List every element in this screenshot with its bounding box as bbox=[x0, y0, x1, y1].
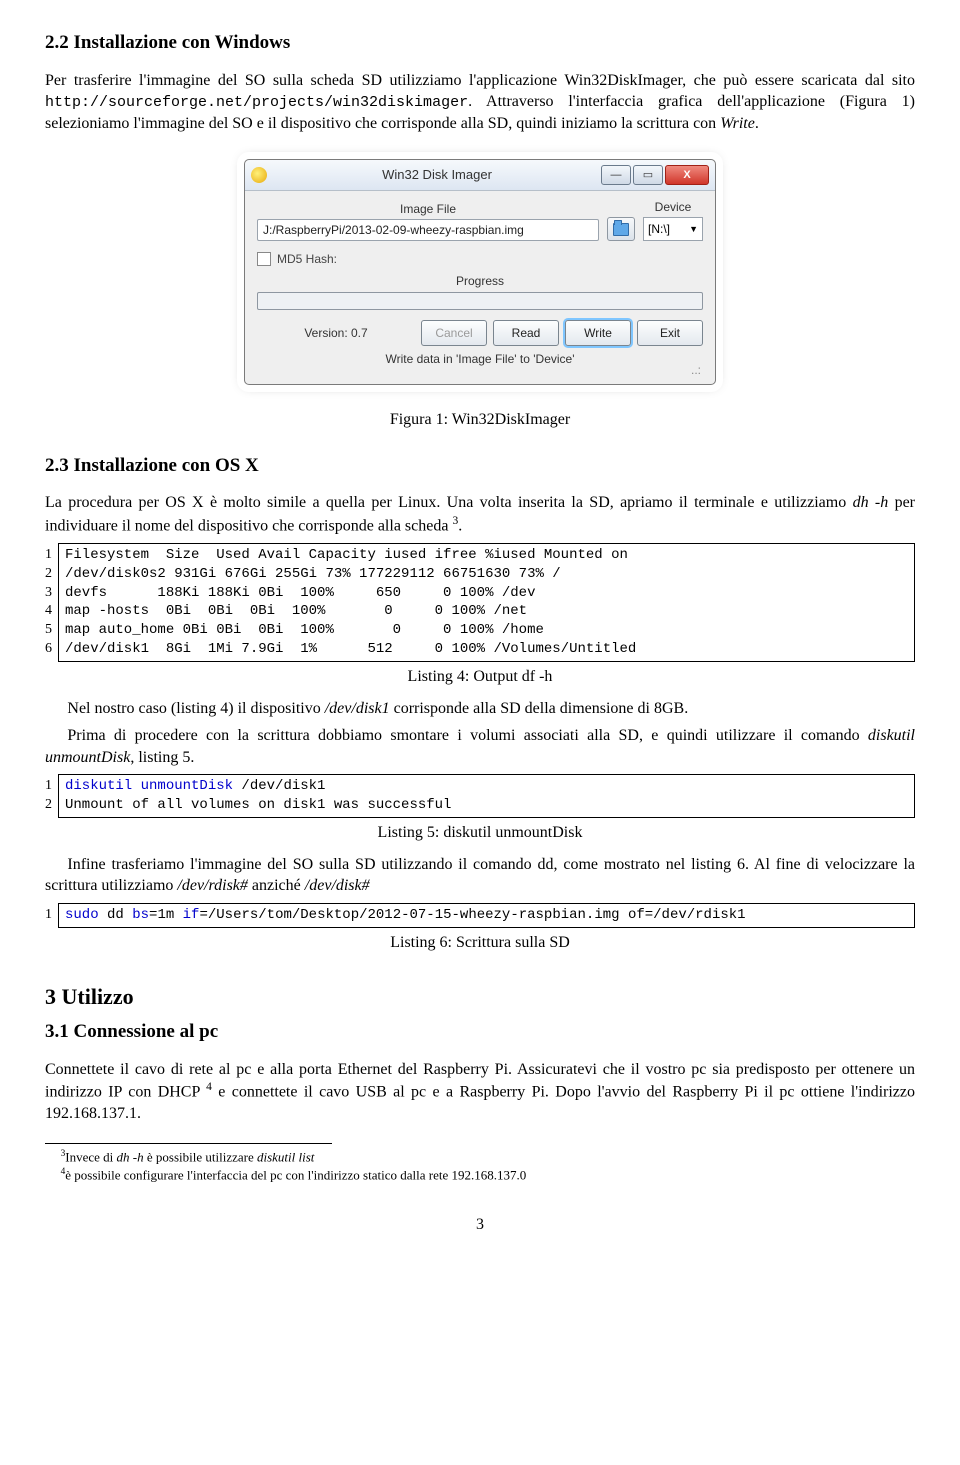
heading-3: 3 Utilizzo bbox=[45, 982, 915, 1012]
listing-5: 1 2 diskutil unmountDisk /dev/disk1 Unmo… bbox=[45, 774, 915, 818]
text: Invece di bbox=[65, 1149, 116, 1164]
resize-grip-icon: ..: bbox=[257, 367, 703, 374]
browse-button[interactable] bbox=[607, 217, 635, 241]
listing-4-caption: Listing 4: Output df -h bbox=[45, 666, 915, 688]
figure-1: Win32 Disk Imager — ▭ X Image File J:/Ra… bbox=[45, 159, 915, 385]
md5-checkbox[interactable] bbox=[257, 252, 271, 266]
exit-button[interactable]: Exit bbox=[637, 320, 703, 346]
window-title: Win32 Disk Imager bbox=[273, 166, 601, 184]
text: è possibile utilizzare bbox=[144, 1149, 257, 1164]
text: Per trasferire l'immagine del SO sulla s… bbox=[45, 72, 915, 89]
chevron-down-icon: ▼ bbox=[689, 223, 698, 235]
maximize-button[interactable]: ▭ bbox=[633, 165, 663, 185]
device-select[interactable]: [N:\] ▼ bbox=[643, 217, 703, 241]
heading-3-1: 3.1 Connessione al pc bbox=[45, 1019, 915, 1045]
para-2-3: La procedura per OS X è molto simile a q… bbox=[45, 492, 915, 537]
progress-label: Progress bbox=[257, 273, 703, 289]
footnote-rule bbox=[45, 1143, 332, 1144]
version-label: Version: 0.7 bbox=[257, 325, 415, 341]
text: corrisponde alla SD della dimensione di … bbox=[390, 700, 689, 717]
kw: diskutil unmountDisk bbox=[65, 778, 233, 794]
line-numbers: 1 2 bbox=[45, 774, 58, 818]
listing-5-caption: Listing 5: diskutil unmountDisk bbox=[45, 822, 915, 844]
text: . bbox=[755, 115, 759, 132]
status-text: Write data in 'Image File' to 'Device' bbox=[257, 351, 703, 367]
rdisk: /dev/rdisk# bbox=[177, 877, 248, 894]
text: anziché bbox=[248, 877, 305, 894]
code: Filesystem Size Used Avail Capacity iuse… bbox=[65, 546, 908, 659]
para-after-5: Infine trasferiamo l'immagine del SO sul… bbox=[45, 854, 915, 897]
listing-6-caption: Listing 6: Scrittura sulla SD bbox=[45, 932, 915, 954]
text: /dev/disk1 bbox=[233, 778, 325, 794]
kw: sudo bbox=[65, 907, 107, 923]
text: , listing 5. bbox=[130, 749, 194, 766]
titlebar: Win32 Disk Imager — ▭ X bbox=[245, 160, 715, 191]
dh-cmd: dh -h bbox=[853, 494, 889, 511]
imagefile-input[interactable]: J:/RaspberryPi/2013-02-09-wheezy-raspbia… bbox=[257, 219, 599, 241]
para-after-4b: Prima di procedere con la scrittura dobb… bbox=[45, 725, 915, 768]
code: diskutil unmountDisk /dev/disk1 Unmount … bbox=[65, 777, 908, 815]
text: Infine trasferiamo l'immagine del SO sul… bbox=[45, 856, 915, 895]
footnote-4: 4è possibile configurare l'interfaccia d… bbox=[45, 1166, 915, 1184]
diskutil-list: diskutil list bbox=[257, 1149, 314, 1164]
disk: /dev/disk# bbox=[305, 877, 370, 894]
device-value: [N:\] bbox=[648, 221, 670, 237]
md5-label: MD5 Hash: bbox=[277, 251, 337, 267]
imagefile-label: Image File bbox=[257, 201, 599, 217]
progress-bar bbox=[257, 292, 703, 310]
listing-6: 1 sudo dd bs=1m if=/Users/tom/Desktop/20… bbox=[45, 903, 915, 928]
cancel-button[interactable]: Cancel bbox=[421, 320, 487, 346]
figure-1-caption: Figura 1: Win32DiskImager bbox=[45, 409, 915, 431]
md5-row: MD5 Hash: bbox=[257, 251, 703, 267]
text: dd bbox=[107, 907, 132, 923]
text: =/Users/tom/Desktop/2012-07-15-wheezy-ra… bbox=[199, 907, 745, 923]
para-3-1: Connettete il cavo di rete al pc e alla … bbox=[45, 1059, 915, 1125]
para-2-2: Per trasferire l'immagine del SO sulla s… bbox=[45, 70, 915, 135]
app-icon bbox=[251, 167, 267, 183]
para-after-4a: Nel nostro caso (listing 4) il dispositi… bbox=[45, 698, 915, 720]
line-numbers: 1 2 3 4 5 6 bbox=[45, 543, 58, 662]
kw: if bbox=[183, 907, 200, 923]
text: =1m bbox=[149, 907, 183, 923]
page-number: 3 bbox=[45, 1214, 915, 1236]
read-button[interactable]: Read bbox=[493, 320, 559, 346]
footnote-3: 3Invece di dh -h è possibile utilizzare … bbox=[45, 1148, 915, 1166]
win32-window: Win32 Disk Imager — ▭ X Image File J:/Ra… bbox=[244, 159, 716, 385]
text: Unmount of all volumes on disk1 was succ… bbox=[65, 797, 451, 813]
code: sudo dd bs=1m if=/Users/tom/Desktop/2012… bbox=[65, 906, 908, 925]
close-button[interactable]: X bbox=[665, 165, 709, 185]
folder-icon bbox=[613, 223, 629, 236]
url: http://sourceforge.net/projects/win32dis… bbox=[45, 94, 468, 111]
device-label: Device bbox=[643, 199, 703, 215]
devdisk1: /dev/disk1 bbox=[325, 700, 390, 717]
text: La procedura per OS X è molto simile a q… bbox=[45, 494, 853, 511]
text: Nel nostro caso (listing 4) il dispositi… bbox=[67, 700, 324, 717]
write-button[interactable]: Write bbox=[565, 320, 631, 346]
text: . bbox=[458, 517, 462, 534]
kw: bs bbox=[132, 907, 149, 923]
listing-4: 1 2 3 4 5 6 Filesystem Size Used Avail C… bbox=[45, 543, 915, 662]
dh-cmd: dh -h bbox=[117, 1149, 144, 1164]
heading-2-2: 2.2 Installazione con Windows bbox=[45, 30, 915, 56]
text: Prima di procedere con la scrittura dobb… bbox=[67, 727, 868, 744]
write-word: Write bbox=[720, 115, 755, 132]
text: è possibile configurare l'interfaccia de… bbox=[65, 1167, 526, 1182]
line-numbers: 1 bbox=[45, 903, 58, 928]
heading-2-3: 2.3 Installazione con OS X bbox=[45, 453, 915, 479]
minimize-button[interactable]: — bbox=[601, 165, 631, 185]
